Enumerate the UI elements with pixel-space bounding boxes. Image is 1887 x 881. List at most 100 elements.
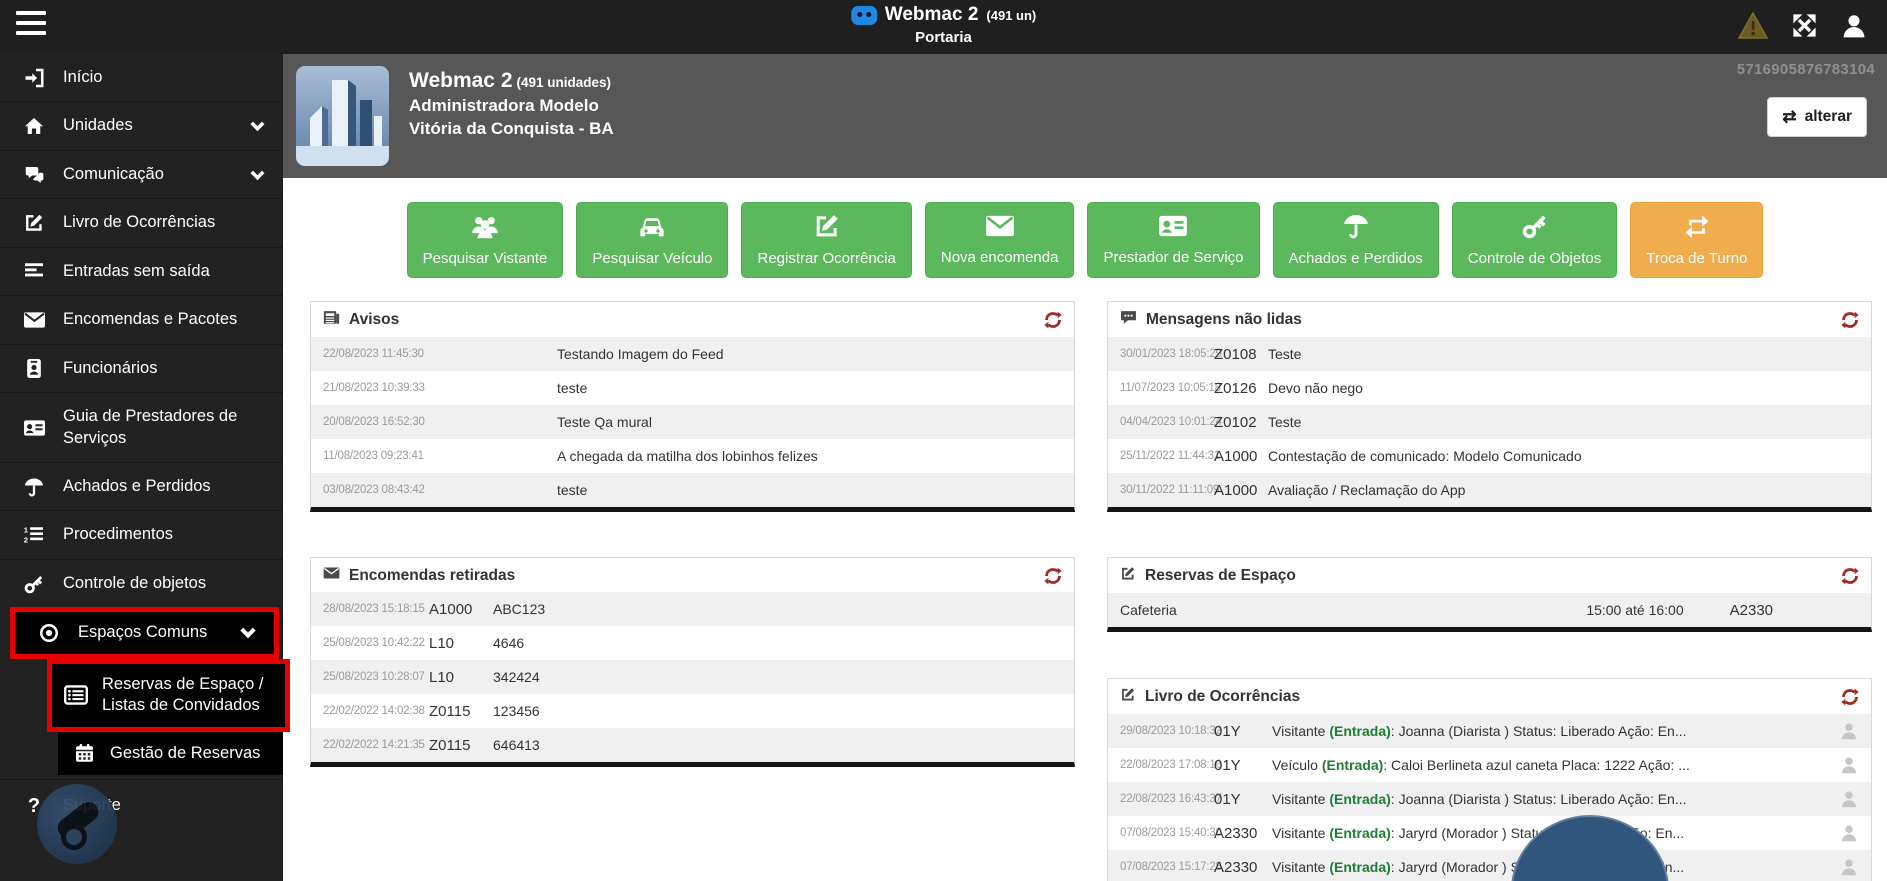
sidebar-subitem-reservas-espaco[interactable]: Reservas de Espaço / Listas de Convidado… xyxy=(52,664,285,727)
table-row[interactable]: 25/08/2023 10:42:22L104646 xyxy=(311,626,1074,660)
car-icon xyxy=(637,213,667,243)
row-unit: A2330 xyxy=(1214,825,1264,842)
table-row[interactable]: 04/04/2023 10:01:24Z0102Teste xyxy=(1108,405,1871,439)
table-row[interactable]: 29/08/2023 10:18:32 01Y Visitante (Entra… xyxy=(1108,714,1871,748)
key-icon xyxy=(1521,213,1549,243)
sidebar-item-funcionarios[interactable]: Funcionários xyxy=(0,344,283,392)
person-icon[interactable] xyxy=(1839,823,1859,843)
person-icon[interactable] xyxy=(1839,857,1859,877)
panel-title: Avisos xyxy=(349,311,399,329)
action-prestador-servico[interactable]: Prestador de Serviço xyxy=(1087,202,1259,278)
table-row[interactable]: 28/08/2023 15:18:15A1000ABC123 xyxy=(311,592,1074,626)
row-unit: A2330 xyxy=(1214,859,1264,876)
action-troca-turno[interactable]: Troca de Turno xyxy=(1630,202,1763,278)
newspaper-icon xyxy=(323,310,340,330)
sidebar-item-guia-prestadores[interactable]: Guia de Prestadores de Serviços xyxy=(0,392,283,462)
exchange-icon: ⇄ xyxy=(1782,107,1796,127)
sign-in-icon xyxy=(22,68,46,88)
alert-triangle-icon[interactable] xyxy=(1738,12,1768,39)
table-row[interactable]: Cafeteria 15:00 até 16:00 A2330 xyxy=(1108,593,1871,627)
sidebar-item-procedimentos[interactable]: 12 Procedimentos xyxy=(0,510,283,558)
sidebar-item-label: Entradas sem saída xyxy=(63,261,210,282)
quick-actions: Pesquisar Vistante Pesquisar Veículo Reg… xyxy=(283,202,1887,278)
table-row[interactable]: 03/08/2023 08:43:42teste xyxy=(311,473,1074,507)
action-label: Prestador de Serviço xyxy=(1103,249,1243,266)
table-row[interactable]: 22/08/2023 16:43:37 01Y Visitante (Entra… xyxy=(1108,782,1871,816)
table-row[interactable]: 22/02/2022 14:02:38Z0115123456 xyxy=(311,694,1074,728)
sidebar-item-label: Início xyxy=(63,67,102,88)
person-icon[interactable] xyxy=(1839,721,1859,741)
panel-mensagens-nao-lidas: Mensagens não lidas 30/01/2023 18:05:29Z… xyxy=(1107,301,1872,512)
refresh-icon[interactable] xyxy=(1044,311,1062,329)
support-chat-widget[interactable] xyxy=(37,784,117,864)
table-row[interactable]: 25/08/2023 10:28:07L10342424 xyxy=(311,660,1074,694)
sidebar-item-achados-perdidos[interactable]: Achados e Perdidos xyxy=(0,462,283,510)
expand-icon[interactable] xyxy=(1792,13,1817,38)
table-row[interactable]: 11/08/2023 09:23:41A chegada da matilha … xyxy=(311,439,1074,473)
table-row[interactable]: 22/08/2023 11:45:30Testando Imagem do Fe… xyxy=(311,337,1074,371)
sidebar: Início Unidades Comunicação Livro de Oco… xyxy=(0,54,283,881)
users-icon xyxy=(469,213,501,243)
entrada-tag: (Entrada) xyxy=(1329,791,1390,807)
action-pesquisar-visitante[interactable]: Pesquisar Vistante xyxy=(407,202,564,278)
svg-text:1: 1 xyxy=(24,526,29,534)
refresh-icon[interactable] xyxy=(1841,688,1859,706)
action-label: Pesquisar Veículo xyxy=(592,250,712,267)
row-date: 25/11/2022 11:44:31 xyxy=(1120,450,1206,462)
row-type: Visitante xyxy=(1272,859,1329,875)
table-row[interactable]: 07/08/2023 15:17:28 A2330 Visitante (Ent… xyxy=(1108,850,1871,881)
sidebar-item-inicio[interactable]: Início xyxy=(0,54,283,101)
sidebar-item-comunicacao[interactable]: Comunicação xyxy=(0,150,283,198)
change-property-button[interactable]: ⇄ alterar xyxy=(1767,97,1867,137)
webmac-logo-icon xyxy=(851,6,877,25)
sidebar-item-espacos-comuns[interactable]: Espaços Comuns xyxy=(15,612,274,653)
sidebar-item-entradas-sem-saida[interactable]: Entradas sem saída xyxy=(0,247,283,295)
user-icon[interactable] xyxy=(1841,13,1867,39)
person-icon[interactable] xyxy=(1839,755,1859,775)
action-controle-objetos[interactable]: Controle de Objetos xyxy=(1452,202,1617,278)
sidebar-item-label: Funcionários xyxy=(63,358,157,379)
action-nova-encomenda[interactable]: Nova encomenda xyxy=(925,202,1075,278)
refresh-icon[interactable] xyxy=(1841,567,1859,585)
sidebar-item-unidades[interactable]: Unidades xyxy=(0,101,283,149)
entrada-tag: (Entrada) xyxy=(1329,859,1390,875)
row-code: 4646 xyxy=(493,635,1062,651)
row-text: A chegada da matilha dos lobinhos felize… xyxy=(557,448,1062,464)
table-row[interactable]: 30/11/2022 11:11:09A1000Avaliação / Recl… xyxy=(1108,473,1871,507)
row-unit: L10 xyxy=(429,669,485,686)
sidebar-item-controle-objetos[interactable]: Controle de objetos xyxy=(0,559,283,607)
refresh-icon[interactable] xyxy=(1044,567,1062,585)
row-type: Visitante xyxy=(1272,825,1329,841)
panel-title: Encomendas retiradas xyxy=(349,567,515,585)
espacos-comuns-highlight: Espaços Comuns xyxy=(10,607,279,658)
person-icon[interactable] xyxy=(1839,789,1859,809)
panel-title: Reservas de Espaço xyxy=(1145,567,1296,585)
table-row[interactable]: 25/11/2022 11:44:31A1000Contestação de c… xyxy=(1108,439,1871,473)
row-type: Visitante xyxy=(1272,723,1329,739)
action-pesquisar-veiculo[interactable]: Pesquisar Veículo xyxy=(576,202,728,278)
row-unit: L10 xyxy=(429,635,485,652)
table-row[interactable]: 30/01/2023 18:05:29Z0108Teste xyxy=(1108,337,1871,371)
table-row[interactable]: 11/07/2023 10:05:18Z0126Devo não nego xyxy=(1108,371,1871,405)
key-icon xyxy=(22,574,46,594)
table-row[interactable]: 21/08/2023 10:39:33teste xyxy=(311,371,1074,405)
action-label: Registrar Ocorrência xyxy=(757,250,895,267)
sidebar-item-livro-ocorrencias[interactable]: Livro de Ocorrências xyxy=(0,198,283,246)
sidebar-item-encomendas[interactable]: Encomendas e Pacotes xyxy=(0,295,283,343)
table-row[interactable]: 22/08/2023 17:08:16 01Y Veículo (Entrada… xyxy=(1108,748,1871,782)
row-time: 15:00 até 16:00 xyxy=(1586,602,1683,618)
table-row[interactable]: 22/02/2022 14:21:35Z0115646413 xyxy=(311,728,1074,762)
row-text: : Joanna (Diarista ) Status: Liberado Aç… xyxy=(1391,791,1687,807)
action-registrar-ocorrencia[interactable]: Registrar Ocorrência xyxy=(741,202,911,278)
row-type: Visitante xyxy=(1272,791,1329,807)
sidebar-subitem-gestao-reservas[interactable]: Gestão de Reservas xyxy=(58,732,283,775)
table-row[interactable]: 07/08/2023 15:40:30 A2330 Visitante (Ent… xyxy=(1108,816,1871,850)
ordered-list-icon: 12 xyxy=(22,526,46,544)
refresh-icon[interactable] xyxy=(1841,311,1859,329)
edit-icon xyxy=(22,213,46,233)
action-achados-perdidos[interactable]: Achados e Perdidos xyxy=(1273,202,1439,278)
envelope-icon xyxy=(323,566,340,585)
menu-icon[interactable] xyxy=(16,11,46,35)
row-date: 07/08/2023 15:17:28 xyxy=(1120,861,1206,873)
table-row[interactable]: 20/08/2023 16:52:30Teste Qa mural xyxy=(311,405,1074,439)
